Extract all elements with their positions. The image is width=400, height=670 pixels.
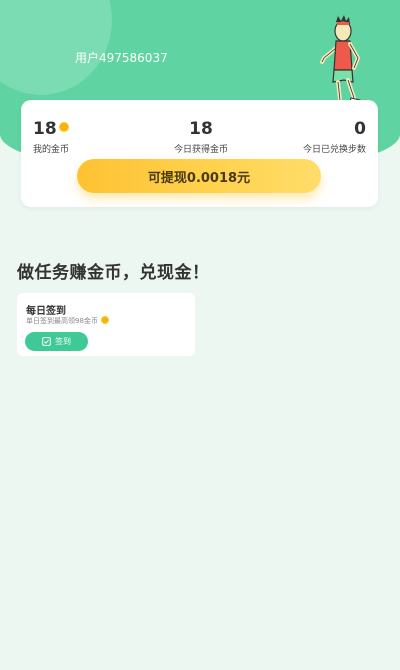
today-earned-label: 今日获得金币 [173,145,228,155]
decorative-bubble [0,0,112,95]
task-description-row: 单日签到最高领98金币 [26,316,109,326]
task-card-daily-checkin: 每日签到 单日签到最高领98金币 签到 [17,293,195,356]
coin-icon [58,122,69,132]
task-title: 每日签到 [26,306,66,317]
my-coins-value: 18 [33,119,57,139]
coin-icon [100,316,109,324]
section-title: 做任务赚金币，兑现金！ [17,263,210,283]
withdraw-button[interactable]: 可提现0.0018元 [77,159,321,193]
today-earned-value: 18 [189,119,213,139]
my-coins-stat: 18 我的金币 [33,118,69,155]
runner-illustration [320,15,361,106]
username: 用户497586037 [75,51,168,65]
today-steps-value: 0 [354,119,366,139]
task-description: 单日签到最高领98金币 [26,317,98,325]
check-square-icon [42,337,51,346]
checkin-button[interactable]: 签到 [25,332,88,351]
stats-card: 18 我的金币 18 今日获得金币 0 今日已兑换步数 可提现0.0018元 [21,100,378,207]
my-coins-row: 18 [33,118,69,140]
today-steps-label: 今日已兑换步数 [302,145,366,155]
checkin-button-label: 签到 [55,337,71,346]
today-earned-stat: 18 今日获得金币 [171,118,231,155]
today-steps-stat: 0 今日已兑换步数 [303,118,366,155]
my-coins-label: 我的金币 [33,145,70,155]
